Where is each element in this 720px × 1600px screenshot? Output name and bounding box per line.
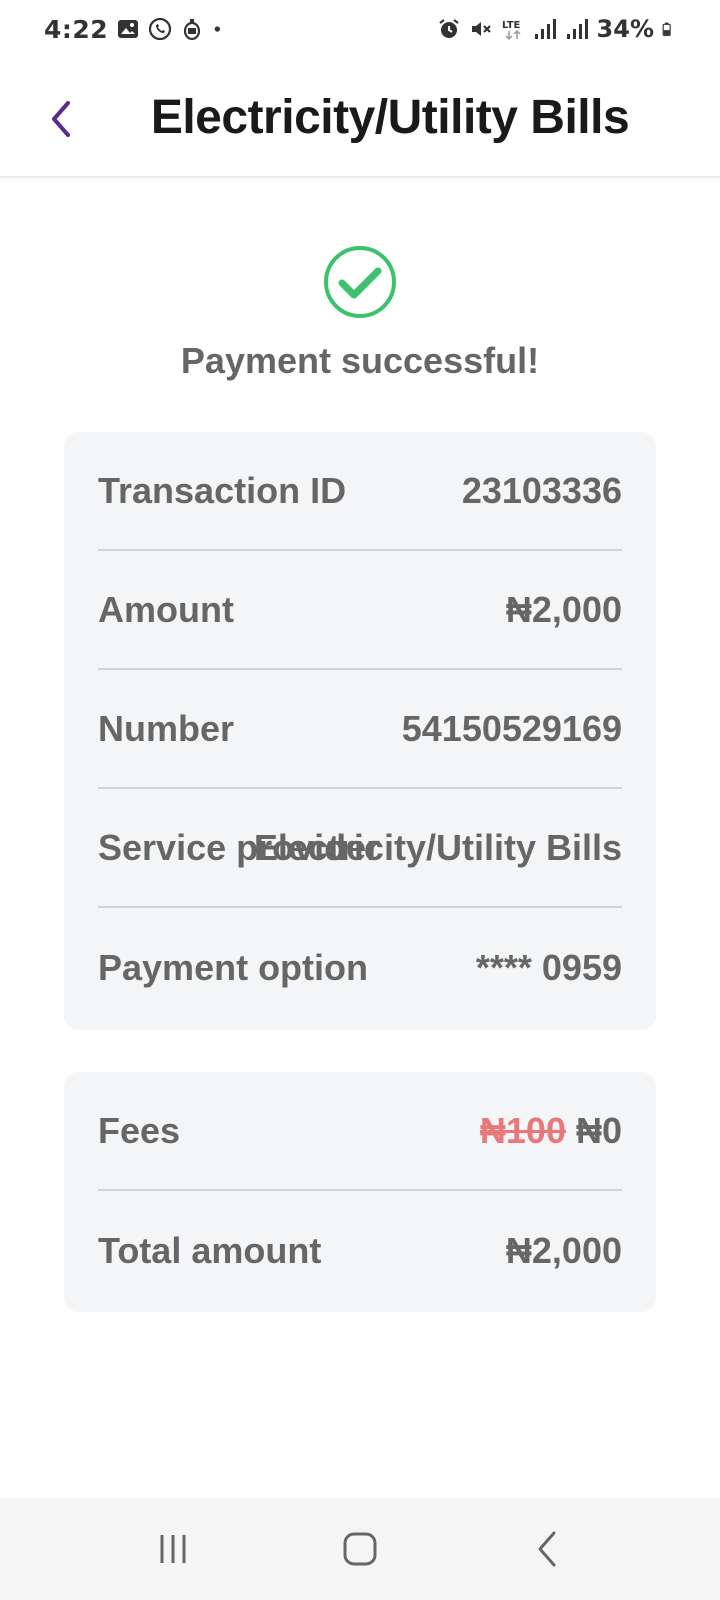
fees-row: Fees ₦100 ₦0	[98, 1072, 622, 1191]
battery-percent: 34%	[596, 15, 654, 43]
fees-value: ₦0	[575, 1109, 622, 1151]
battery-icon	[662, 22, 671, 36]
status-left: 4:22	[44, 15, 228, 44]
total-value: ₦2,000	[505, 1229, 622, 1271]
detail-row-service-provider: Service provider Electricity/Utility Bil…	[98, 789, 622, 908]
mute-icon	[471, 22, 491, 36]
home-icon	[343, 1532, 377, 1566]
system-nav-bar	[0, 1498, 720, 1600]
checkmark-circle-icon	[324, 246, 396, 318]
fees-label: Fees	[98, 1109, 181, 1151]
detail-row-transaction-id: Transaction ID 23103336	[98, 432, 622, 551]
back-arrow-icon	[538, 1531, 556, 1567]
detail-value: Electricity/Utility Bills	[253, 826, 622, 868]
detail-label: Number	[98, 707, 235, 749]
status-time: 4:22	[44, 14, 109, 44]
success-message: Payment successful!	[180, 340, 540, 381]
total-row: Total amount ₦2,000	[98, 1191, 622, 1310]
detail-label: Payment option	[98, 946, 369, 988]
status-bar: 4:22 LTE 34%	[0, 0, 720, 58]
fees-value-group: ₦100 ₦0	[480, 1110, 622, 1152]
notification-app-icon	[184, 19, 201, 41]
page-title: Electricity/Utility Bills	[150, 90, 630, 144]
detail-value: ₦2,000	[505, 588, 622, 630]
alarm-icon	[438, 19, 459, 38]
fees-card: Fees ₦100 ₦0 Total amount ₦2,000	[64, 1072, 656, 1312]
signal-icon	[534, 19, 556, 39]
svg-text:LTE: LTE	[502, 20, 521, 31]
system-back-button[interactable]	[512, 1519, 582, 1579]
status-right: LTE 34%	[437, 15, 676, 43]
app-header: Electricity/Utility Bills	[0, 58, 720, 178]
detail-row-payment-option: Payment option **** 0959	[98, 908, 622, 1027]
home-button[interactable]	[325, 1519, 395, 1579]
fees-original-value: ₦100	[479, 1109, 566, 1151]
whatsapp-icon	[149, 17, 172, 41]
detail-value: 54150529169	[401, 707, 622, 749]
detail-row-number: Number 54150529169	[98, 670, 622, 789]
transaction-details-card: Transaction ID 23103336 Amount ₦2,000 Nu…	[64, 432, 656, 1030]
lte-icon: LTE	[502, 20, 521, 41]
more-notifications-dot-icon	[214, 26, 221, 32]
detail-row-amount: Amount ₦2,000	[98, 551, 622, 670]
detail-label: Transaction ID	[98, 469, 347, 511]
detail-value: 23103336	[461, 469, 622, 511]
gallery-icon	[118, 20, 139, 38]
detail-label: Amount	[98, 588, 234, 630]
recent-apps-icon	[160, 1535, 186, 1563]
detail-value: **** 0959	[475, 946, 622, 988]
recent-apps-button[interactable]	[138, 1519, 208, 1579]
signal-icon-2	[566, 19, 588, 39]
total-label: Total amount	[98, 1229, 322, 1271]
